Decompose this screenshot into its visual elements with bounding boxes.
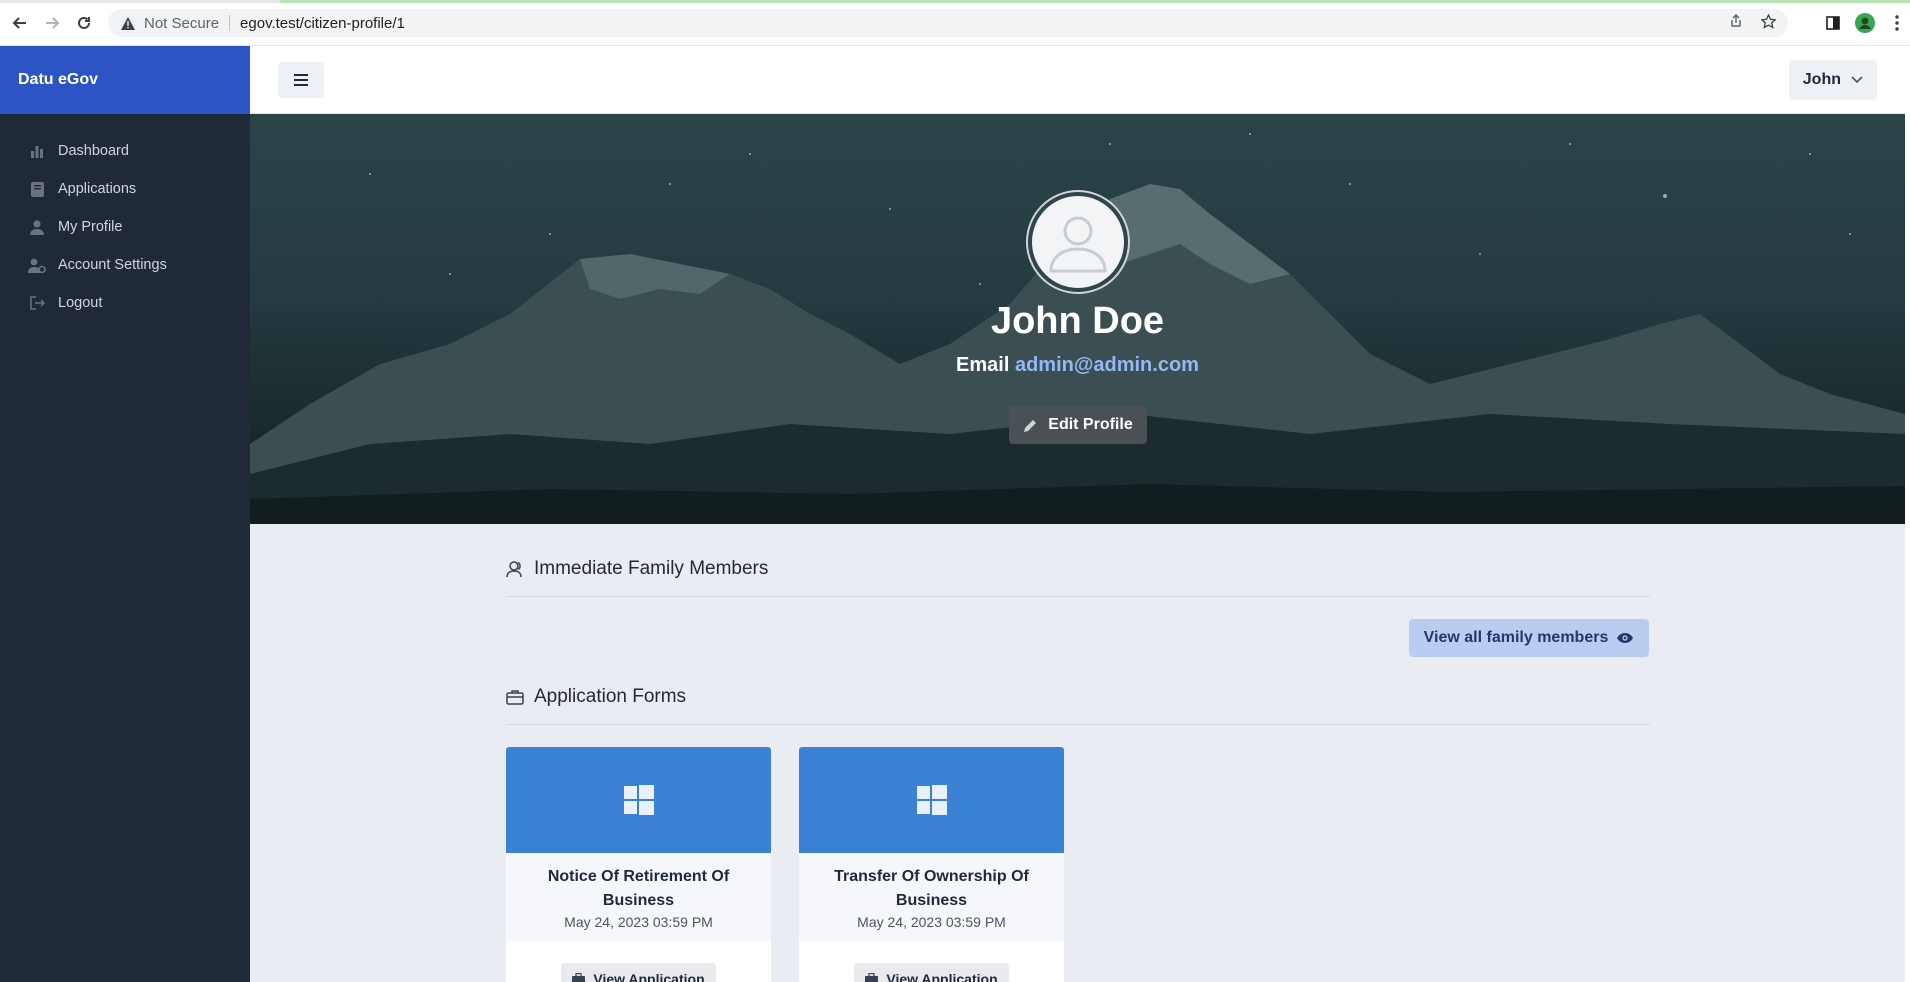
side-panel-button[interactable] [1822,12,1844,34]
windows-icon [623,785,654,815]
view-all-label: View all family members [1423,629,1609,646]
eye-icon [1617,633,1634,643]
section-divider [506,596,1650,597]
briefcase-icon [572,973,586,982]
sidebar-item-my-profile[interactable]: My Profile [0,208,250,246]
bookmark-star-icon[interactable] [1760,12,1777,33]
section-title: Immediate Family Members [534,558,769,579]
sidebar-toggle-button[interactable] [278,62,324,98]
page-load-bar [0,0,1910,3]
card-title: Notice Of Retirement Of Business [547,868,730,909]
chevron-down-icon [1851,76,1863,84]
profile-avatar-button[interactable] [1854,12,1876,34]
book-icon [28,180,46,198]
reload-icon [78,16,90,29]
view-all-family-button[interactable]: View all family members [1409,619,1649,657]
arrow-left-icon [12,17,26,29]
avatar-icon [1855,13,1875,33]
sidebar-item-label: Account Settings [58,257,167,273]
sidebar-item-account-settings[interactable]: Account Settings [0,246,250,284]
main-content: John Doe Email admin@admin.com Edit Prof… [250,114,1905,982]
sidebar-item-label: Logout [58,295,103,311]
card-header [506,747,771,853]
users-icon [506,561,522,578]
share-icon[interactable] [1729,13,1743,33]
profile-header: John Doe Email admin@admin.com Edit Prof… [250,114,1905,524]
browser-toolbar: Not Secure egov.test/citizen-profile/1 [0,0,1910,46]
briefcase-icon [865,973,879,982]
sidebar-item-label: Applications [58,181,137,197]
section-title: Application Forms [534,686,687,707]
url-text[interactable]: egov.test/citizen-profile/1 [240,15,405,32]
address-bar[interactable]: Not Secure egov.test/citizen-profile/1 [108,9,1788,37]
chart-bar-icon [28,142,46,160]
warning-icon [120,16,136,30]
pencil-icon [1024,419,1037,432]
security-label: Not Secure [144,14,220,32]
application-forms-section: Application Forms [506,682,1650,725]
sidebar-item-logout[interactable]: Logout [0,284,250,322]
card-body: Notice Of Retirement Of Business May 24,… [506,853,771,941]
omnibox-divider [229,15,231,31]
view-application-button[interactable]: View Application [561,963,716,982]
sidebar-item-label: Dashboard [58,143,129,159]
user-dropdown[interactable]: John [1788,60,1877,100]
brand-logo[interactable]: Datu eGov [0,46,250,114]
top-navbar: John [250,46,1905,114]
card-date: May 24, 2023 03:59 PM [564,914,713,930]
sidebar-item-dashboard[interactable]: Dashboard [0,132,250,170]
application-card: Notice Of Retirement Of Business May 24,… [506,747,771,982]
edit-profile-button[interactable]: Edit Profile [1009,406,1147,444]
section-divider [506,724,1650,725]
profile-name: John Doe [990,300,1165,342]
hamburger-icon [294,74,308,86]
application-card: Transfer Of Ownership Of Business May 24… [799,747,1064,982]
arrow-right-icon [46,17,60,29]
card-date: May 24, 2023 03:59 PM [857,914,1006,930]
back-button[interactable] [10,13,30,33]
email-label: Email [956,354,1010,376]
view-application-button[interactable]: View Application [854,963,1009,982]
forward-button[interactable] [42,13,62,33]
user-icon [28,218,46,236]
more-vert-icon [1895,15,1899,31]
user-outline-icon [1049,216,1107,273]
briefcase-icon [506,690,524,705]
card-body: Transfer Of Ownership Of Business May 24… [799,853,1064,941]
card-title: Transfer Of Ownership Of Business [834,868,1029,909]
email-link[interactable]: admin@admin.com [1015,354,1199,376]
avatar [1028,192,1128,292]
family-members-section: Immediate Family Members [506,554,1650,597]
reload-button[interactable] [74,13,94,33]
profile-cover: John Doe Email admin@admin.com Edit Prof… [250,114,1905,524]
user-gear-icon [28,256,46,274]
view-application-label: View Application [886,971,998,982]
sidebar: Datu eGov Dashboard Applications My Prof… [0,46,250,982]
windows-icon [916,785,947,815]
sidebar-menu: Dashboard Applications My Profile Accoun… [0,132,250,322]
logout-icon [28,294,46,312]
sidebar-item-label: My Profile [58,219,123,235]
profile-email: Email admin@admin.com [250,354,1905,377]
browser-menu-button[interactable] [1886,12,1908,34]
sidebar-item-applications[interactable]: Applications [0,170,250,208]
edit-profile-label: Edit Profile [1048,416,1133,433]
side-panel-icon [1826,16,1840,30]
view-application-label: View Application [593,971,705,982]
user-name: John [1802,71,1841,88]
card-header [799,747,1064,853]
